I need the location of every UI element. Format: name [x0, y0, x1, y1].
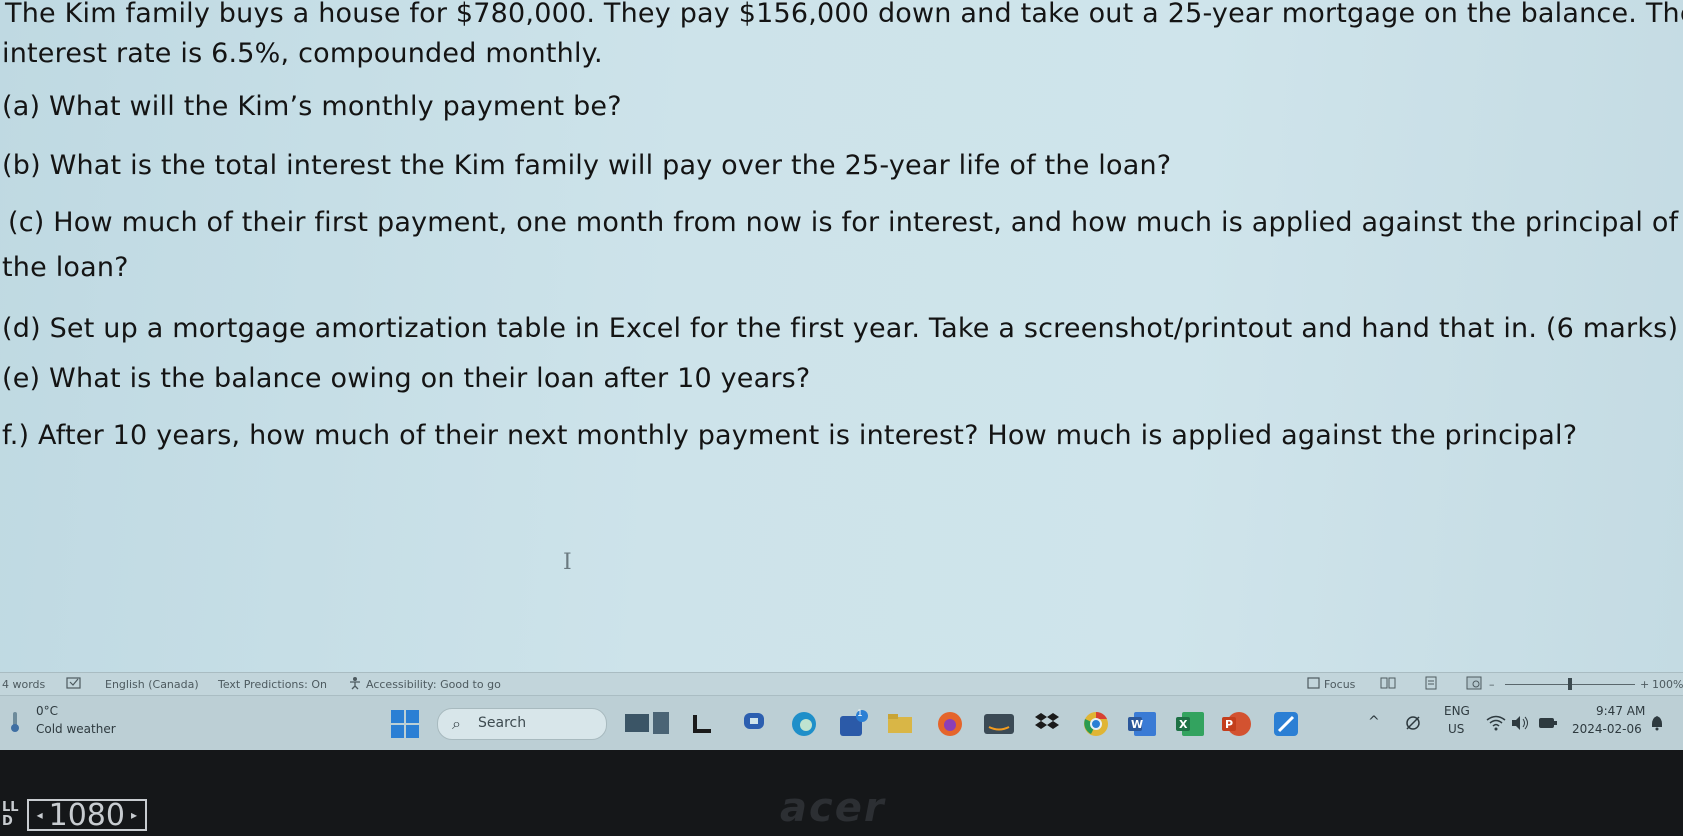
osd-tag: LL D	[2, 801, 19, 829]
accessibility-status[interactable]: Accessibility: Good to go	[366, 678, 501, 691]
question-f: f.) After 10 years, how much of their ne…	[2, 420, 1578, 451]
store-icon[interactable]	[838, 710, 868, 738]
chrome-icon[interactable]	[1082, 710, 1110, 738]
chat-icon[interactable]	[742, 711, 768, 735]
weather-temperature[interactable]: 0°C	[36, 704, 58, 718]
word-status-bar: 4 words English (Canada) Text Prediction…	[0, 672, 1683, 695]
language-top[interactable]: ENG	[1444, 704, 1470, 718]
battery-icon[interactable]	[1538, 717, 1558, 729]
file-explorer-icon[interactable]	[886, 711, 914, 735]
print-layout-icon[interactable]	[1424, 676, 1438, 693]
document-page[interactable]: The Kim family buys a house for $780,000…	[0, 0, 1683, 672]
osd-tag-top: LL	[2, 800, 19, 815]
text-cursor-icon: I	[563, 550, 572, 575]
osd-right-arrow-icon: ▸	[130, 808, 137, 822]
svg-text:P: P	[1225, 718, 1233, 731]
question-c-cont: the loan?	[2, 252, 129, 283]
focus-button[interactable]: Focus	[1324, 678, 1355, 691]
question-a: (a) What will the Kim’s monthly payment …	[2, 91, 622, 122]
doc-line-2: interest rate is 6.5%, compounded monthl…	[2, 38, 603, 69]
language-status[interactable]: English (Canada)	[105, 678, 199, 691]
notification-bell-icon[interactable]	[1650, 715, 1664, 731]
windows-taskbar: 0°C Cold weather ⌕ Search 1 W X P ^ ENG …	[0, 695, 1683, 750]
task-view-icon[interactable]	[625, 710, 671, 736]
clock-time[interactable]: 9:47 AM	[1596, 704, 1645, 718]
osd-resolution-box: ◂ 1080 ▸	[26, 797, 147, 833]
firefox-icon[interactable]	[936, 710, 964, 738]
question-c: (c) How much of their first payment, one…	[8, 207, 1679, 238]
monitor-osd: LL D ◂ 1080 ▸	[0, 797, 147, 833]
powerpoint-icon[interactable]: P	[1222, 710, 1252, 738]
windows-start-icon[interactable]	[391, 710, 419, 738]
doc-line-1: The Kim family buys a house for $780,000…	[5, 0, 1683, 29]
network-sync-icon[interactable]	[1404, 714, 1422, 732]
thermometer-icon[interactable]	[8, 710, 22, 734]
zoom-in-button[interactable]: +	[1640, 678, 1649, 691]
read-mode-icon[interactable]	[1380, 676, 1396, 693]
search-icon: ⌕	[452, 714, 461, 733]
focus-icon	[1306, 676, 1322, 693]
text-predictions-status[interactable]: Text Predictions: On	[218, 678, 327, 691]
language-bottom[interactable]: US	[1448, 722, 1464, 736]
zoom-slider-thumb[interactable]	[1568, 678, 1572, 690]
word-count[interactable]: 4 words	[2, 678, 45, 691]
edge-icon[interactable]	[790, 710, 818, 738]
osd-resolution: 1080	[48, 797, 125, 833]
widgets-icon[interactable]	[692, 712, 714, 734]
search-label: Search	[478, 715, 527, 731]
amazon-icon[interactable]	[984, 714, 1014, 734]
store-notification-badge: 1	[857, 709, 863, 719]
question-e: (e) What is the balance owing on their l…	[2, 363, 811, 394]
proofing-icon[interactable]	[66, 676, 82, 693]
acer-logo: acer	[780, 785, 886, 831]
question-b: (b) What is the total interest the Kim f…	[2, 150, 1172, 181]
chevron-up-icon[interactable]: ^	[1368, 714, 1380, 730]
osd-tag-bottom: D	[2, 814, 13, 829]
svg-text:X: X	[1179, 718, 1188, 731]
web-layout-icon[interactable]	[1466, 676, 1482, 693]
taskbar-search[interactable]: ⌕ Search	[437, 708, 607, 740]
svg-text:W: W	[1131, 718, 1143, 731]
question-d: (d) Set up a mortgage amortization table…	[2, 313, 1679, 344]
clock-date[interactable]: 2024-02-06	[1572, 722, 1642, 736]
word-icon[interactable]: W	[1128, 710, 1158, 738]
osd-left-arrow-icon: ◂	[36, 808, 43, 822]
wifi-icon[interactable]	[1486, 715, 1506, 731]
accessibility-icon	[348, 676, 362, 693]
screen: The Kim family buys a house for $780,000…	[0, 0, 1683, 750]
excel-icon[interactable]: X	[1176, 710, 1206, 738]
zoom-level[interactable]: 100%	[1652, 678, 1683, 691]
volume-icon[interactable]	[1510, 715, 1530, 731]
dropbox-icon[interactable]	[1034, 711, 1060, 735]
weather-description[interactable]: Cold weather	[36, 722, 116, 736]
snipping-tool-icon[interactable]	[1272, 710, 1300, 738]
zoom-out-button[interactable]: –	[1489, 678, 1495, 691]
